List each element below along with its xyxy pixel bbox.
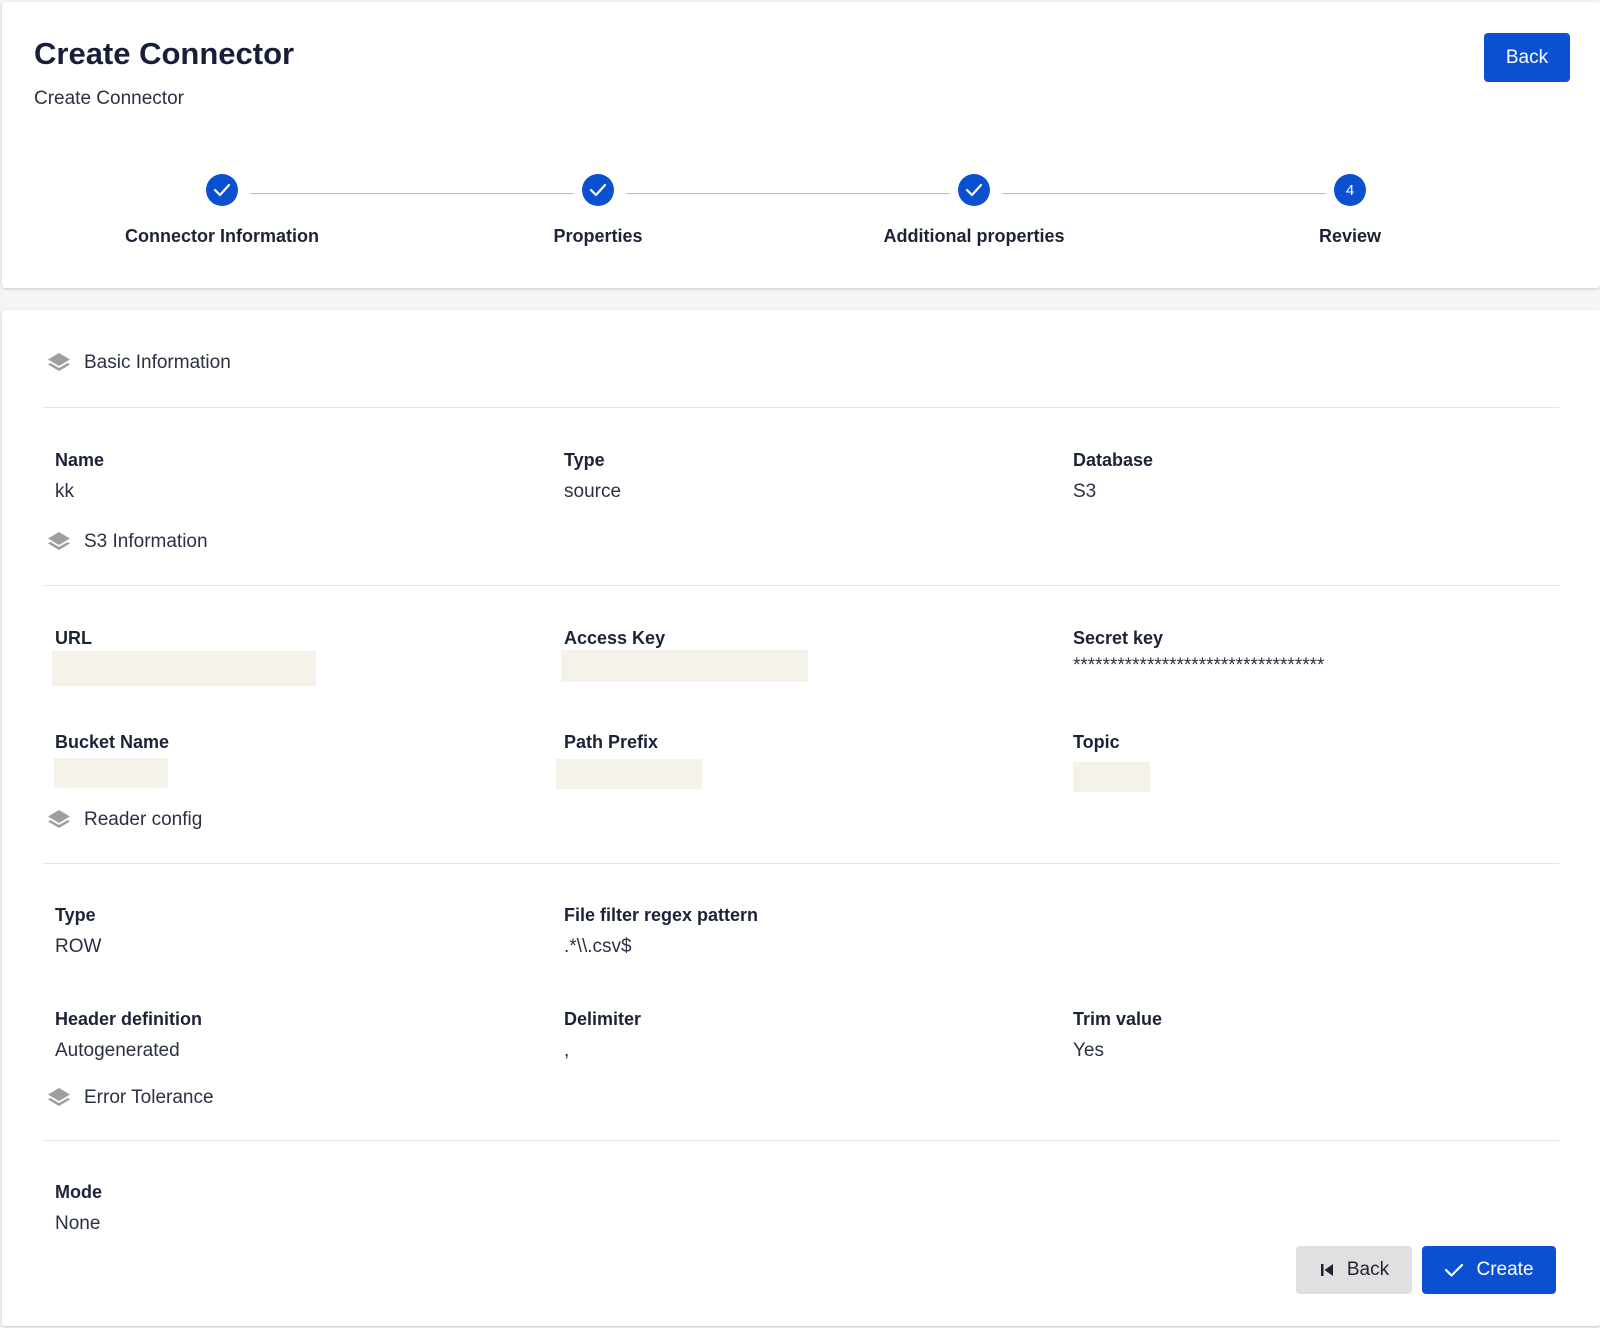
field-type: Type source bbox=[564, 450, 621, 503]
field-label: Delimiter bbox=[564, 1009, 642, 1029]
field-reader-type: Type ROW bbox=[55, 905, 101, 958]
field-label: Database bbox=[1073, 450, 1154, 470]
step-connector-information[interactable]: Connector Information bbox=[72, 174, 372, 247]
field-value: .*\\.csv$ bbox=[564, 936, 632, 957]
back-button[interactable]: Back bbox=[1296, 1246, 1412, 1294]
layers-icon bbox=[48, 353, 70, 371]
redacted-value bbox=[556, 759, 702, 789]
field-label: Type bbox=[55, 905, 96, 925]
field-label: Bucket Name bbox=[55, 732, 170, 752]
step-label: Properties bbox=[553, 226, 643, 246]
field-trim-value: Trim value Yes bbox=[1073, 1009, 1162, 1062]
redacted-value bbox=[1073, 762, 1150, 792]
check-icon bbox=[206, 174, 238, 206]
header-card: Create Connector Create Connector Back C… bbox=[2, 2, 1600, 288]
field-label: Type bbox=[564, 450, 605, 470]
review-card bbox=[2, 310, 1600, 1326]
page-title: Create Connector bbox=[34, 36, 295, 71]
section-title: Error Tolerance bbox=[84, 1087, 214, 1108]
step-properties[interactable]: Properties bbox=[448, 174, 748, 247]
redacted-value bbox=[54, 758, 168, 788]
field-value: None bbox=[55, 1213, 101, 1234]
field-label: Access Key bbox=[564, 628, 666, 648]
step-label: Review bbox=[1318, 226, 1382, 246]
section-title: Basic Information bbox=[84, 352, 231, 373]
field-value: Yes bbox=[1073, 1040, 1104, 1061]
back-button-label: Back bbox=[1346, 1259, 1390, 1280]
check-icon bbox=[1445, 1263, 1464, 1277]
step-number: 4 bbox=[1334, 174, 1366, 206]
layers-icon bbox=[48, 1088, 70, 1106]
field-label: Trim value bbox=[1073, 1009, 1163, 1029]
section-error-tolerance: Error Tolerance bbox=[46, 1085, 214, 1111]
check-icon bbox=[582, 174, 614, 206]
field-label: File filter regex pattern bbox=[564, 905, 759, 925]
section-title: S3 Information bbox=[84, 531, 208, 552]
skip-previous-icon bbox=[1320, 1264, 1333, 1276]
field-header-definition: Header definition Autogenerated bbox=[55, 1009, 202, 1062]
field-value: ********************************** bbox=[1073, 655, 1325, 676]
field-label: Secret key bbox=[1073, 628, 1164, 648]
section-title: Reader config bbox=[84, 809, 203, 830]
create-button-label: Create bbox=[1476, 1259, 1534, 1280]
field-delimiter: Delimiter , bbox=[564, 1009, 641, 1062]
redacted-value bbox=[52, 651, 316, 686]
field-database: Database S3 bbox=[1073, 450, 1153, 503]
field-label: URL bbox=[55, 628, 92, 648]
field-name: Name kk bbox=[55, 450, 104, 503]
field-topic: Topic bbox=[1073, 732, 1120, 763]
field-value: ROW bbox=[55, 936, 102, 957]
step-label: Additional properties bbox=[883, 226, 1065, 246]
field-secret-key: Secret key *****************************… bbox=[1073, 628, 1324, 677]
field-value: , bbox=[564, 1040, 570, 1061]
field-value: S3 bbox=[1073, 481, 1097, 502]
stepper: Connector Information Properties Additio… bbox=[2, 174, 1600, 264]
section-divider bbox=[43, 585, 1559, 586]
field-label: Path Prefix bbox=[564, 732, 659, 752]
check-icon bbox=[958, 174, 990, 206]
layers-icon bbox=[48, 532, 70, 550]
layers-icon bbox=[48, 810, 70, 828]
create-button[interactable]: Create bbox=[1422, 1246, 1556, 1294]
field-mode: Mode None bbox=[55, 1182, 102, 1235]
field-label: Topic bbox=[1073, 732, 1120, 752]
section-basic-information: Basic Information bbox=[46, 350, 231, 376]
field-value: kk bbox=[55, 481, 74, 502]
section-divider bbox=[43, 863, 1559, 864]
header-back-button[interactable]: Back bbox=[1484, 33, 1570, 82]
field-value: Autogenerated bbox=[55, 1040, 180, 1061]
field-label: Header definition bbox=[55, 1009, 203, 1029]
page-subtitle: Create Connector bbox=[34, 88, 184, 109]
section-divider bbox=[43, 1140, 1559, 1141]
step-label: Connector Information bbox=[125, 226, 319, 246]
step-review[interactable]: 4 Review bbox=[1200, 174, 1500, 247]
step-additional-properties[interactable]: Additional properties bbox=[824, 174, 1124, 247]
field-label: Mode bbox=[55, 1182, 102, 1202]
field-label: Name bbox=[55, 450, 105, 470]
section-divider bbox=[43, 407, 1559, 408]
field-value: source bbox=[564, 481, 622, 502]
redacted-value bbox=[561, 650, 808, 682]
section-reader-config: Reader config bbox=[46, 807, 202, 833]
section-s3-information: S3 Information bbox=[46, 529, 208, 555]
field-file-filter: File filter regex pattern .*\\.csv$ bbox=[564, 905, 758, 958]
